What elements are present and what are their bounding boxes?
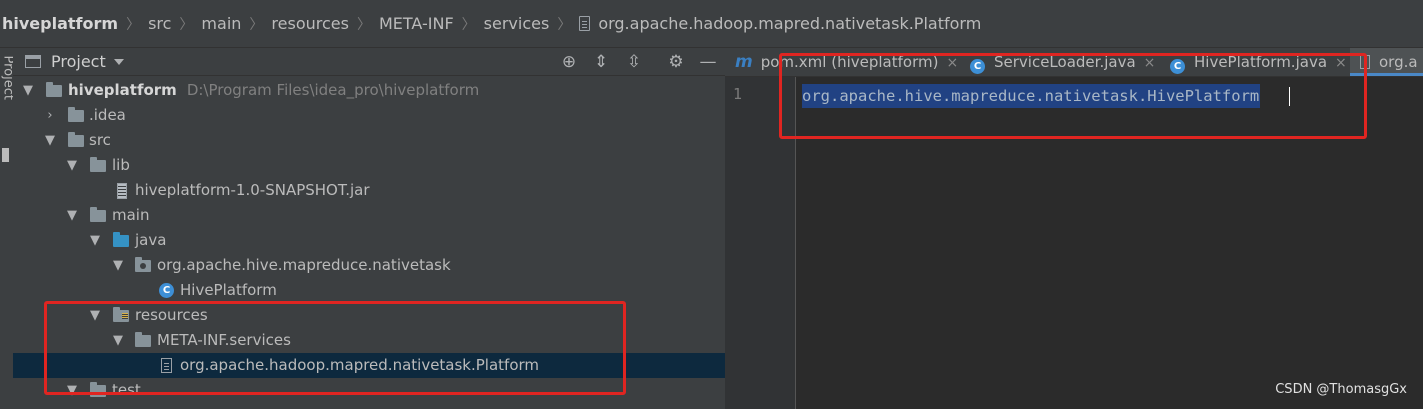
project-window-icon [25, 55, 41, 68]
chevron-right-icon: 〉 [126, 16, 141, 33]
tree-item-label: lib [112, 156, 130, 174]
folder-icon [90, 157, 106, 172]
tree-item-label: main [112, 206, 150, 224]
maven-icon: m [735, 52, 753, 72]
tree-row-src[interactable]: ▼ src [13, 128, 725, 153]
hide-icon[interactable]: — [698, 52, 718, 72]
chevron-right-icon: 〉 [179, 16, 194, 33]
line-number: 1 [733, 85, 743, 103]
breadcrumb-item-main[interactable]: main [201, 14, 241, 33]
class-icon: C [159, 283, 174, 298]
breadcrumb-item-platform-file[interactable]: org.apache.hadoop.mapred.nativetask.Plat… [598, 14, 981, 33]
tree-item-label: hiveplatform-1.0-SNAPSHOT.jar [135, 181, 370, 199]
tree-row-project-root[interactable]: ▼ hiveplatform D:\Program Files\idea_pro\… [13, 78, 725, 103]
chevron-down-icon[interactable]: ▼ [43, 128, 57, 153]
tree-row-lib[interactable]: ▼ lib [13, 153, 725, 178]
tree-item-label: src [89, 131, 111, 149]
breadcrumb-item-src[interactable]: src [148, 14, 171, 33]
tree-item-label: java [135, 231, 167, 249]
expand-all-icon[interactable]: ⇕ [591, 52, 611, 72]
tree-item-label: HivePlatform [180, 281, 277, 299]
jar-icon [117, 183, 127, 199]
tree-item-label: org.apache.hive.mapreduce.nativetask [157, 256, 451, 274]
chevron-down-icon[interactable] [113, 58, 124, 65]
project-panel-title[interactable]: Project [51, 52, 106, 71]
tree-row-main[interactable]: ▼ main [13, 203, 725, 228]
tree-row-java[interactable]: ▼ java [13, 228, 725, 253]
watermark: CSDN @ThomasgGx [1275, 382, 1407, 397]
stripe-marker [2, 148, 9, 162]
tree-item-label: hiveplatform [68, 81, 177, 99]
tree-row-jar[interactable]: hiveplatform-1.0-SNAPSHOT.jar [13, 178, 725, 203]
chevron-right-icon: 〉 [557, 16, 572, 33]
source-folder-icon [113, 232, 129, 247]
tree-item-label: .idea [89, 106, 126, 124]
chevron-down-icon[interactable]: ▼ [21, 78, 35, 103]
left-tool-stripe: Project [0, 48, 16, 409]
tab-label: org.a [1379, 53, 1418, 71]
chevron-down-icon[interactable]: ▼ [65, 203, 79, 228]
text-file-icon [579, 16, 591, 31]
breadcrumb: hiveplatform 〉 src 〉 main 〉 resources 〉 … [0, 0, 1423, 48]
chevron-right-icon[interactable]: › [43, 103, 57, 128]
folder-icon [68, 107, 84, 122]
chevron-right-icon: 〉 [356, 16, 371, 33]
module-folder-icon [46, 82, 62, 97]
breadcrumb-item-meta-inf[interactable]: META-INF [379, 14, 454, 33]
folder-icon [68, 132, 84, 147]
folder-icon [90, 207, 106, 222]
package-icon [135, 257, 151, 272]
chevron-down-icon[interactable]: ▼ [65, 153, 79, 178]
tree-row-hiveplatform-class[interactable]: C HivePlatform [13, 278, 725, 303]
chevron-right-icon: 〉 [461, 16, 476, 33]
annotation-box-editor [779, 53, 1367, 139]
gear-icon[interactable]: ⚙ [666, 52, 686, 72]
project-panel-header: Project ⊕ ⇕ ⇳ ⚙ — [13, 48, 725, 76]
tree-row-package[interactable]: ▼ org.apache.hive.mapreduce.nativetask [13, 253, 725, 278]
locate-icon[interactable]: ⊕ [559, 52, 579, 72]
breadcrumb-item-project[interactable]: hiveplatform [2, 14, 118, 33]
collapse-all-icon[interactable]: ⇳ [624, 52, 644, 72]
breadcrumb-item-services[interactable]: services [484, 14, 550, 33]
breadcrumb-item-resources[interactable]: resources [271, 14, 349, 33]
chevron-down-icon[interactable]: ▼ [111, 253, 125, 278]
tree-row-idea[interactable]: › .idea [13, 103, 725, 128]
chevron-right-icon: 〉 [249, 16, 264, 33]
project-path: D:\Program Files\idea_pro\hiveplatform [186, 81, 480, 99]
chevron-down-icon[interactable]: ▼ [88, 228, 102, 253]
annotation-box-resources [44, 301, 626, 395]
